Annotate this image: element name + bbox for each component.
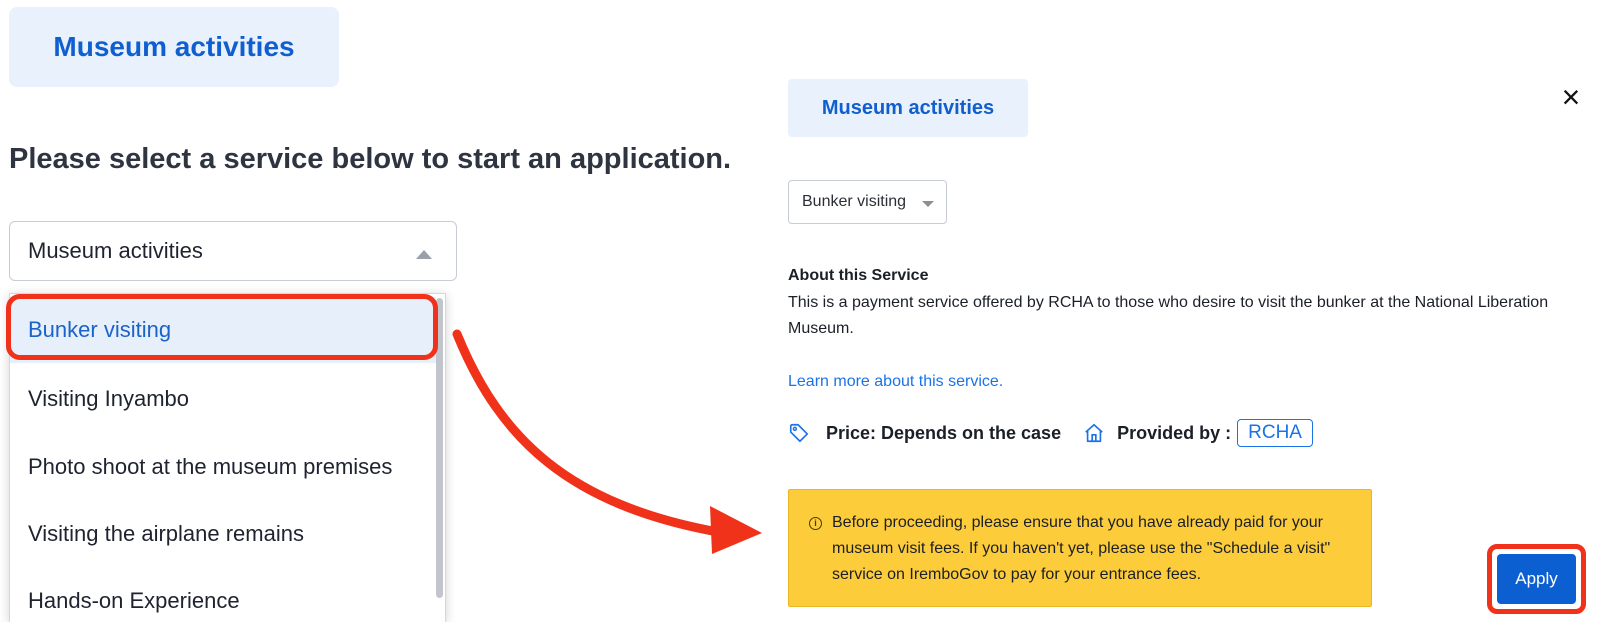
chevron-down-icon <box>922 201 934 207</box>
service-category-chip: Museum activities <box>788 79 1028 137</box>
price-label: Price: Depends on the case <box>826 422 1062 443</box>
category-select[interactable]: Museum activities <box>9 221 457 281</box>
payment-notice: i Before proceeding, please ensure that … <box>788 489 1372 607</box>
dropdown-option-airplane-remains[interactable]: Visiting the airplane remains <box>10 501 436 567</box>
apply-button-highlight: Apply <box>1487 544 1586 614</box>
service-select-value: Bunker visiting <box>802 193 907 210</box>
dropdown-option-visiting-inyambo[interactable]: Visiting Inyambo <box>10 366 436 432</box>
about-service-description: This is a payment service offered by RCH… <box>788 294 1549 337</box>
tag-icon <box>789 423 809 443</box>
about-service-title: About this Service <box>788 267 929 284</box>
notice-text: Before proceeding, please ensure that yo… <box>832 514 1331 583</box>
service-select[interactable]: Bunker visiting <box>788 180 947 224</box>
home-icon <box>1085 423 1103 443</box>
learn-more-link[interactable]: Learn more about this service. <box>788 373 1003 391</box>
category-select-value: Museum activities <box>28 238 203 263</box>
info-icon: i <box>809 517 822 530</box>
provider-badge: RCHA <box>1237 419 1313 447</box>
dropdown-option-photo-shoot[interactable]: Photo shoot at the museum premises <box>10 434 436 500</box>
apply-button[interactable]: Apply <box>1497 554 1576 604</box>
service-meta: Price: Depends on the case Provided by :… <box>788 418 1313 448</box>
selected-option-highlight <box>6 294 438 360</box>
category-chip: Museum activities <box>9 7 339 87</box>
page-heading: Please select a service below to start a… <box>9 143 732 175</box>
close-icon[interactable]: × <box>1556 81 1586 113</box>
chevron-up-icon <box>416 250 432 259</box>
provided-by-label: Provided by : <box>1117 422 1232 443</box>
dropdown-option-hands-on-experience[interactable]: Hands-on Experience <box>10 568 436 622</box>
